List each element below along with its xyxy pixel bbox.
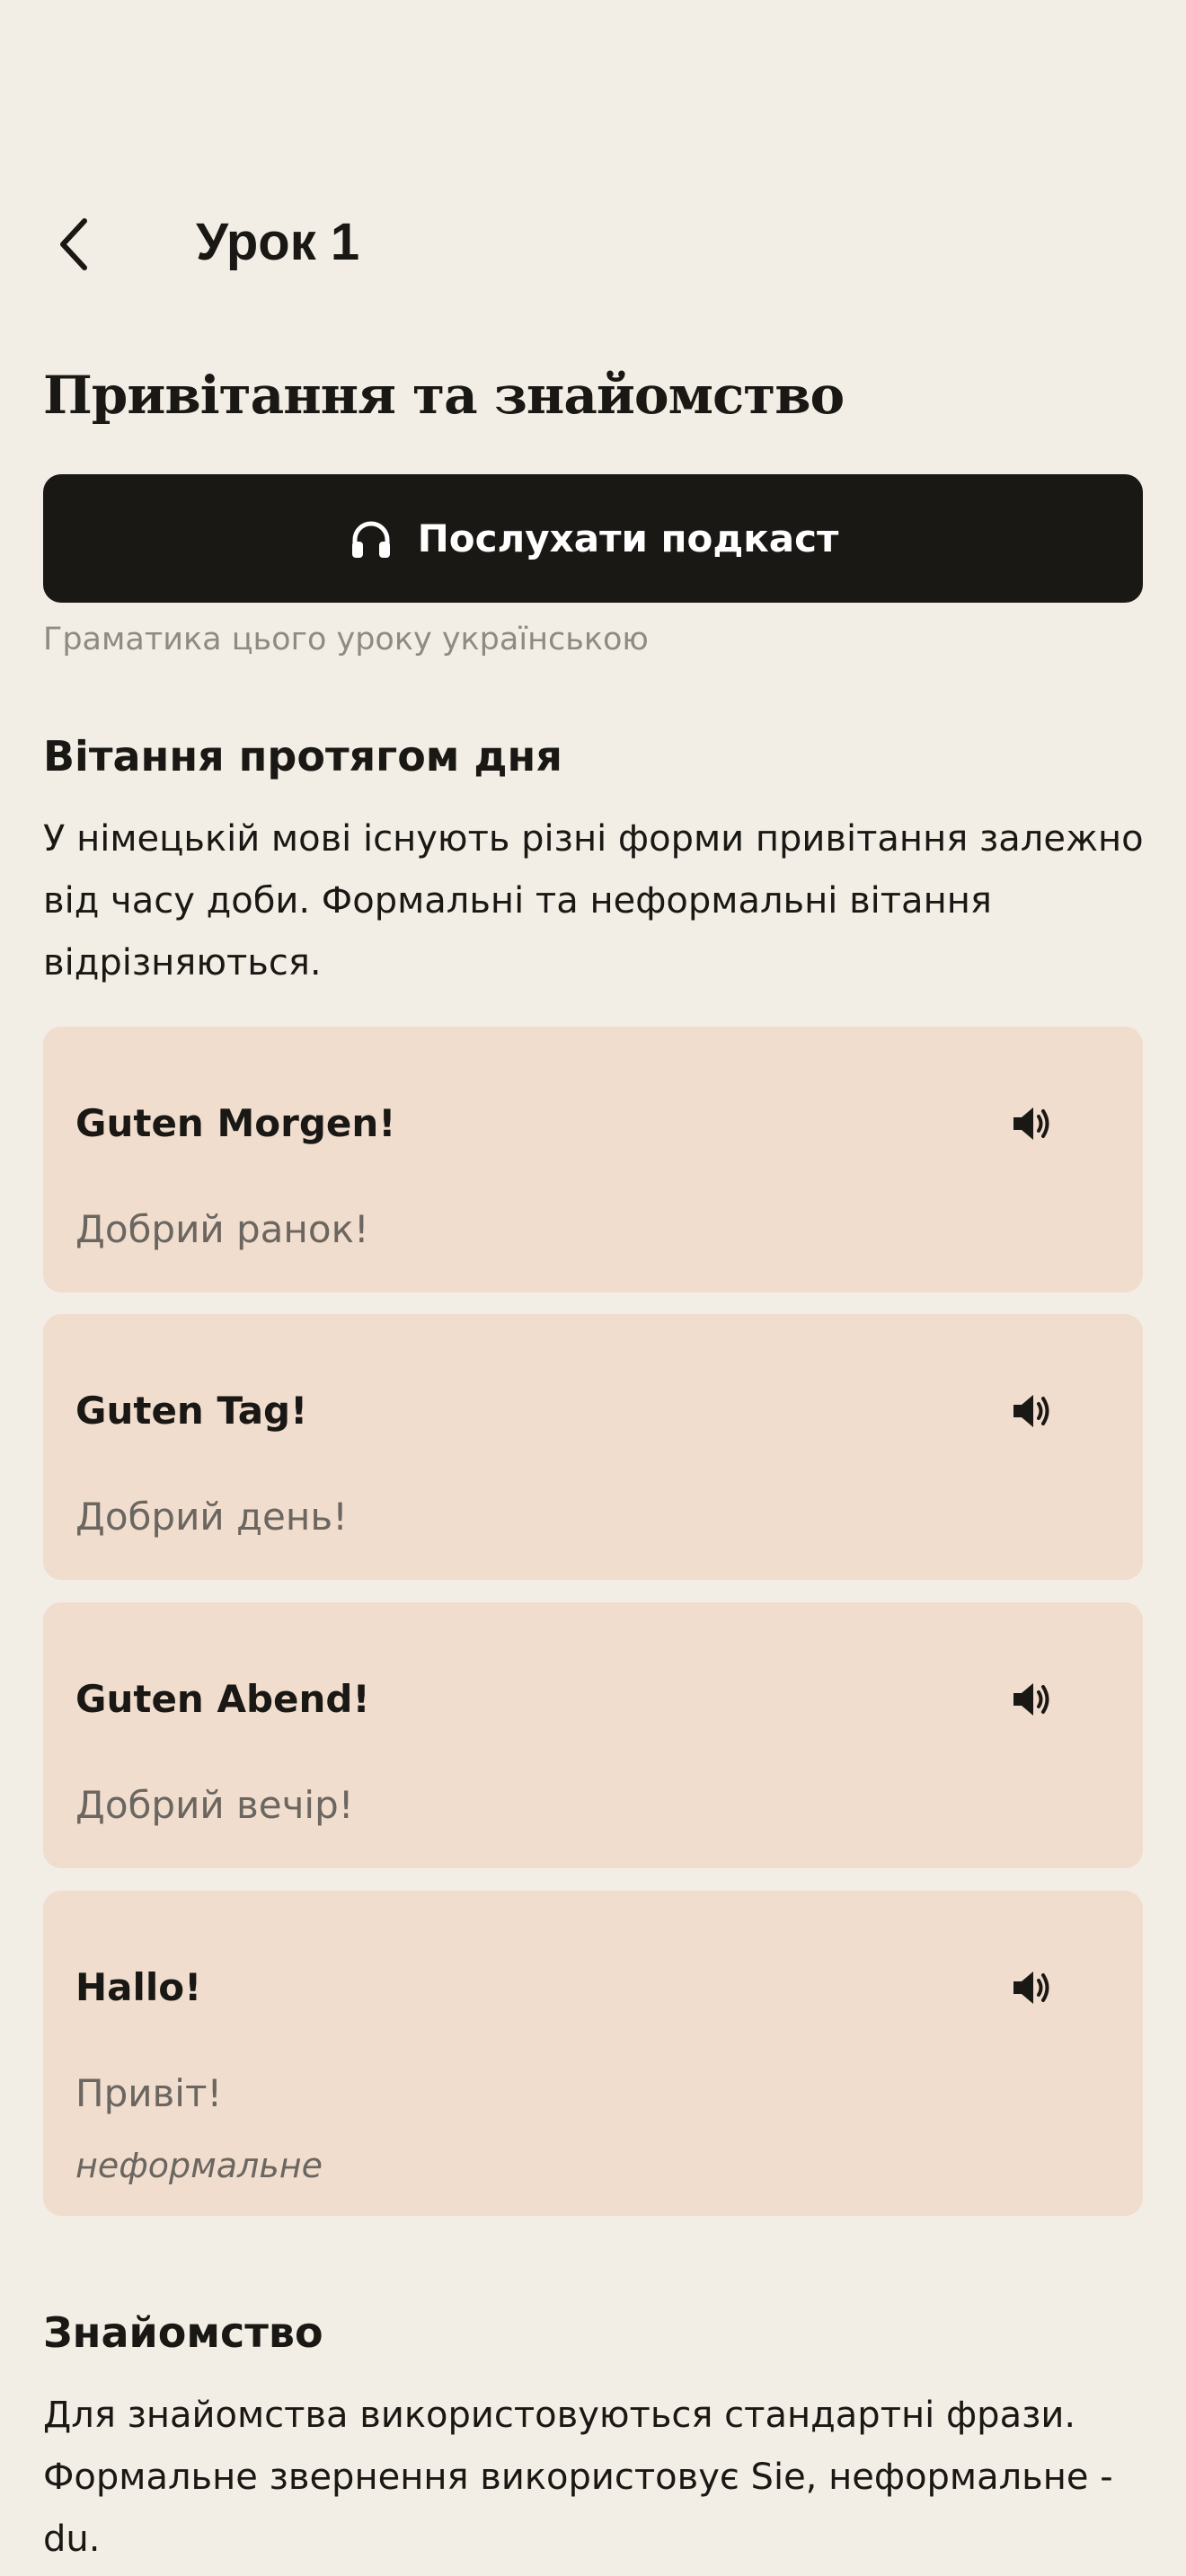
play-audio-button[interactable] [1005,1097,1060,1151]
speaker-icon [1013,1972,1049,2004]
grammar-language-note: Граматика цього уроку українською [43,622,649,657]
play-audio-button[interactable] [1005,1384,1060,1438]
speaker-icon [1013,1395,1049,1427]
page-title: Урок 1 [196,213,360,271]
chevron-left-icon [60,218,87,270]
podcast-button-label: Послухати подкаст [417,516,839,560]
play-audio-button[interactable] [1005,1961,1060,2015]
listen-podcast-button[interactable]: Послухати подкаст [43,474,1143,603]
speaker-icon [1013,1107,1049,1140]
phrase-translation: Добрий ранок! [75,1207,369,1251]
phrase-card: Guten Morgen! Добрий ранок! [43,1027,1143,1292]
section-heading: Вітання протягом дня [43,732,562,781]
back-button[interactable] [40,210,108,278]
section-text: У німецькій мові існують різні форми при… [43,818,1144,984]
phrase-german: Guten Tag! [75,1389,308,1433]
phrase-card: Guten Tag! Добрий день! [43,1314,1143,1580]
phrase-card: Hallo! Привіт! неформальне [43,1891,1143,2216]
phrase-translation: Добрий вечір! [75,1783,354,1827]
play-audio-button[interactable] [1005,1672,1060,1726]
phrase-translation: Привіт! [75,2071,223,2115]
section-text: Для знайомства використовуються стандарт… [43,2395,1113,2560]
phrase-register-note: неформальне [75,2146,323,2185]
top-bar: Урок 1 [0,198,1186,287]
phrase-german: Guten Abend! [75,1677,370,1721]
speaker-icon [1013,1683,1049,1716]
phrase-german: Hallo! [75,1965,202,2009]
section-heading: Знайомство [43,2308,323,2357]
headphones-icon [348,516,394,562]
phrase-translation: Добрий день! [75,1495,348,1539]
lesson-title: Привітання та знайомство [43,365,845,426]
phrase-card: Guten Abend! Добрий вечір! [43,1602,1143,1868]
phrase-german: Guten Morgen! [75,1101,396,1145]
